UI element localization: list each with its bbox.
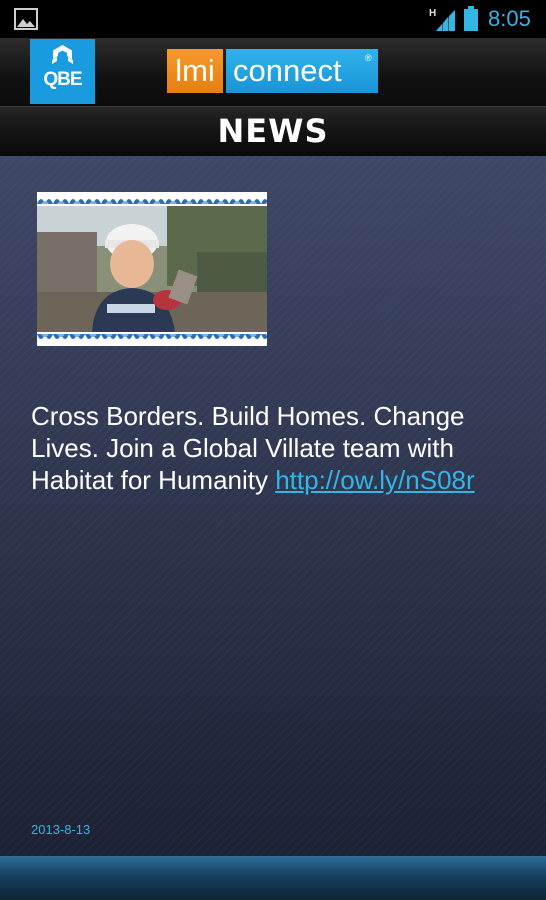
bottom-bar [0,856,546,900]
qbe-logo-text: QBE [43,69,82,90]
lmi-logo-text: lmi [167,49,223,93]
battery-icon [464,6,478,31]
news-photo-image [37,192,267,346]
registered-mark: ® [365,53,372,63]
news-date: 2013-8-13 [31,822,91,837]
status-time: 8:05 [488,6,531,31]
app-screen: H 8:05 QBE lmi connect ® NEWS Cross Bord… [0,0,546,900]
connect-logo-text: connect [226,49,378,93]
network-type-label: H [429,8,436,19]
app-header: QBE lmi connect ® [0,38,546,106]
news-thumbnail[interactable] [37,192,267,346]
signal-icon: H [429,8,455,31]
page-title: NEWS [217,112,329,150]
status-bar: H 8:05 [0,0,546,38]
qbe-logo[interactable]: QBE [30,39,95,104]
image-notification-icon [14,8,38,30]
news-body: Cross Borders. Build Homes. Change Lives… [31,400,521,496]
title-bar: NEWS [0,106,546,156]
news-link[interactable]: http://ow.ly/nS08r [275,465,474,495]
news-content: Cross Borders. Build Homes. Change Lives… [0,156,546,856]
